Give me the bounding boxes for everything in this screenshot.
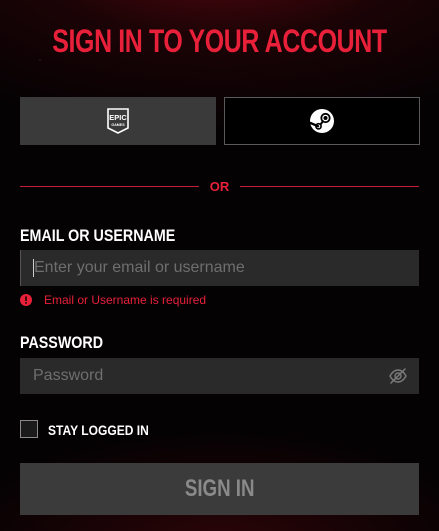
email-error-text: Email or Username is required [44,293,207,307]
text-caret [33,259,34,277]
stay-logged-in-checkbox[interactable] [20,420,38,438]
divider-line-left [20,186,199,187]
password-input[interactable] [20,358,380,394]
sign-in-button-label: SIGN IN [184,475,255,502]
alert-circle-icon [20,294,32,306]
epic-logo-text-bottom: GAMES [111,123,125,127]
email-label: EMAIL OR USERNAME [20,226,176,245]
divider-line-right [240,186,419,187]
eye-slash-icon[interactable] [388,366,408,386]
stay-logged-in-label[interactable]: STAY LOGGED IN [48,421,149,439]
password-field-container [20,358,419,394]
email-error-message: Email or Username is required [20,291,206,309]
email-input[interactable] [21,250,381,286]
password-label: PASSWORD [20,333,104,352]
page-title: SIGN IN TO YOUR ACCOUNT [52,23,387,59]
steam-login-button[interactable] [224,97,420,145]
epic-games-logo-icon: EPIC GAMES [107,108,129,134]
epic-logo-text-top: EPIC [109,113,127,122]
email-field-container [20,250,419,286]
sign-in-button[interactable]: SIGN IN [20,463,419,515]
epic-games-login-button[interactable]: EPIC GAMES [20,97,216,145]
steam-logo-icon [309,109,334,133]
divider-or-text: OR [209,179,230,194]
or-divider: OR [20,176,419,198]
